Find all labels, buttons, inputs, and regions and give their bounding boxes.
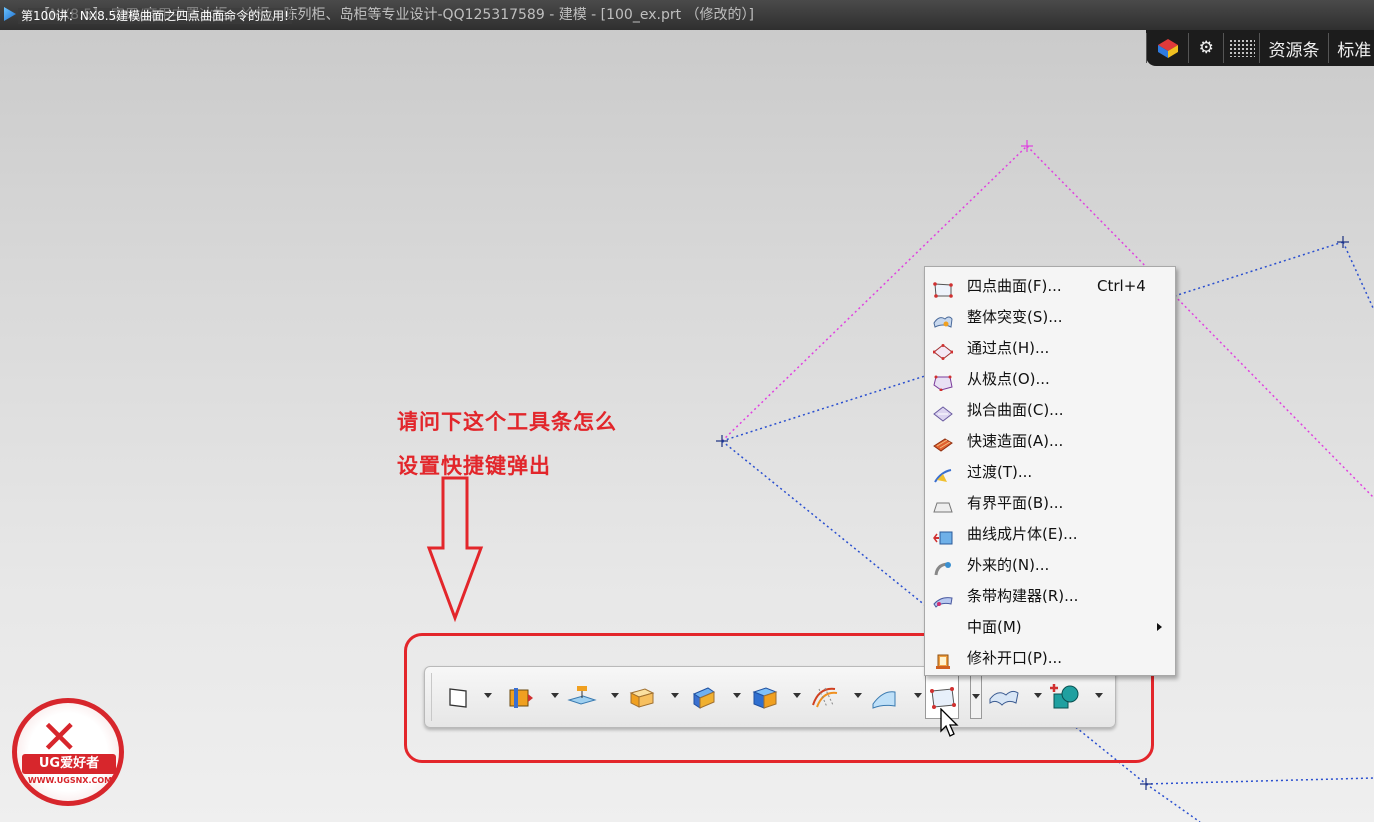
menu-item-through-points[interactable]: 通过点(H)... — [925, 333, 1175, 364]
from-poles-icon — [933, 371, 953, 392]
chevron-down-icon[interactable] — [854, 693, 862, 698]
mouse-cursor-icon — [940, 708, 959, 737]
patch-openings-icon — [933, 650, 953, 669]
logo-brand-text: UG爱好者 — [22, 754, 116, 774]
datum-plane-icon[interactable] — [565, 679, 599, 715]
menu-item-foreign[interactable]: 外来的(N)... — [925, 550, 1175, 581]
bounded-plane-icon[interactable] — [987, 679, 1021, 715]
menu-item-four-point-surface[interactable]: 四点曲面(F)... Ctrl+4 — [925, 271, 1175, 302]
rapid-surfacing-icon — [933, 433, 953, 452]
fit-surface-icon — [933, 402, 953, 422]
chevron-down-icon[interactable] — [970, 675, 982, 719]
toolbar-grip[interactable] — [431, 673, 436, 721]
curves-to-sheet-icon — [933, 526, 953, 545]
menu-item-strip-builder[interactable]: 条带构建器(R)... — [925, 581, 1175, 612]
menu-item-patch-openings[interactable]: 修补开口(P)... — [925, 643, 1175, 674]
chevron-down-icon[interactable] — [551, 693, 559, 698]
menu-item-midsurface[interactable]: 中面(M) — [925, 612, 1175, 643]
ug-lover-logo: ✕ UG爱好者 WWW.UGSNX.COM — [12, 698, 130, 810]
menu-item-from-poles[interactable]: 从极点(O)... — [925, 364, 1175, 395]
chevron-down-icon[interactable] — [611, 693, 619, 698]
strip-builder-icon — [933, 588, 953, 608]
chevron-down-icon[interactable] — [793, 693, 801, 698]
sweep-surface-icon[interactable] — [867, 679, 901, 715]
mesh-surface-icon[interactable] — [807, 679, 841, 715]
four-point-surface-icon — [933, 278, 953, 298]
trim-add-icon[interactable] — [1047, 679, 1081, 715]
extrude-icon[interactable] — [503, 679, 537, 715]
chevron-down-icon[interactable] — [484, 693, 492, 698]
chevron-right-icon — [1157, 623, 1162, 631]
sketch-plane-icon[interactable] — [441, 679, 475, 715]
surface-dropdown-menu: 四点曲面(F)... Ctrl+4 整体突变(S)... 通过点(H)... 从… — [924, 266, 1176, 676]
annotation-line-2: 设置快捷键弹出 — [397, 454, 551, 478]
through-points-icon — [932, 340, 954, 360]
chevron-down-icon[interactable] — [1034, 693, 1042, 698]
menu-item-bounded-plane[interactable]: 有界平面(B)... — [925, 488, 1175, 519]
menu-item-fit-surface[interactable]: 拟合曲面(C)... — [925, 395, 1175, 426]
transition-icon — [933, 464, 953, 483]
chevron-down-icon[interactable] — [914, 693, 922, 698]
logo-url-text: WWW.UGSNX.COM — [27, 776, 113, 785]
menu-item-curves-to-sheet[interactable]: 曲线成片体(E)... — [925, 519, 1175, 550]
down-arrow-annotation — [426, 476, 484, 623]
chevron-down-icon[interactable] — [671, 693, 679, 698]
blend-icon[interactable] — [687, 679, 721, 715]
foreign-icon — [933, 557, 953, 576]
menu-item-transition[interactable]: 过渡(T)... — [925, 457, 1175, 488]
bounded-plane-icon — [933, 495, 953, 513]
menu-item-rapid-surfacing[interactable]: 快速造面(A)... — [925, 426, 1175, 457]
menu-item-global-shaping[interactable]: 整体突变(S)... — [925, 302, 1175, 333]
chevron-down-icon[interactable] — [1095, 693, 1103, 698]
box-icon[interactable] — [625, 679, 659, 715]
chevron-down-icon[interactable] — [733, 693, 741, 698]
annotation-line-1: 请问下这个工具条怎么 — [397, 410, 617, 434]
global-shaping-icon — [933, 309, 953, 328]
solid-block-icon[interactable] — [747, 679, 781, 715]
